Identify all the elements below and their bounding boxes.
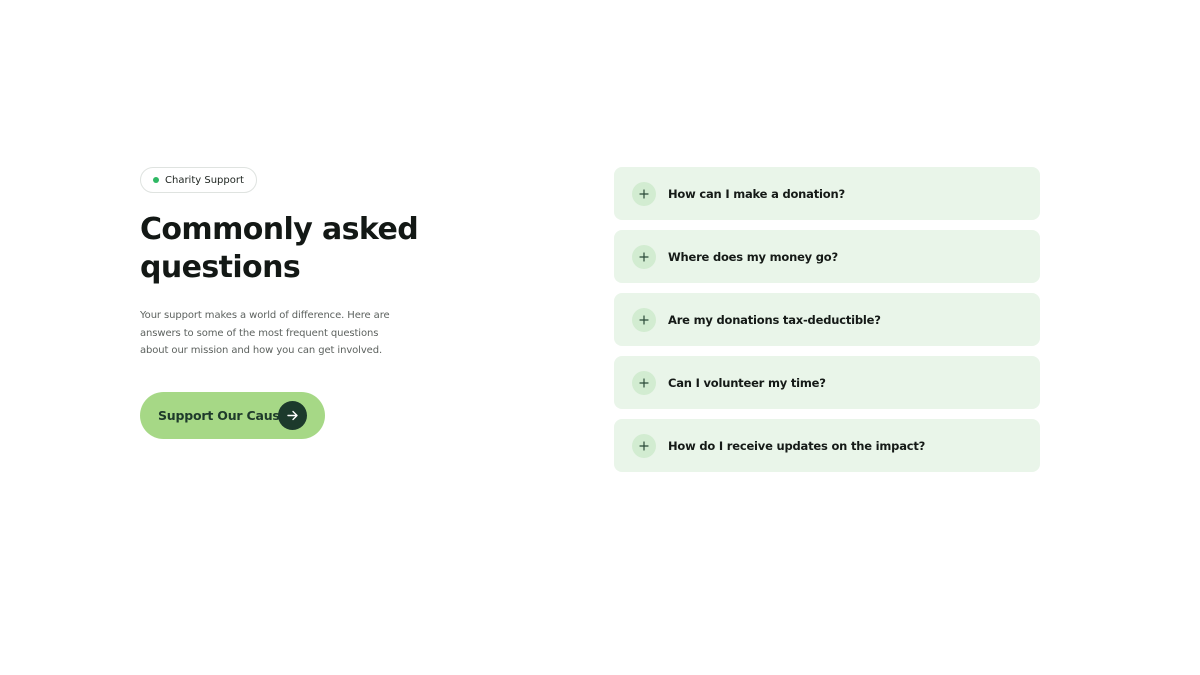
plus-icon[interactable] (632, 370, 656, 395)
faq-item-volunteer[interactable]: Can I volunteer my time? (614, 356, 1040, 409)
faq-question: Where does my money go? (668, 249, 838, 264)
category-badge-label: Charity Support (165, 174, 244, 186)
plus-icon[interactable] (632, 181, 656, 206)
faq-item-money[interactable]: Where does my money go? (614, 230, 1040, 283)
plus-icon[interactable] (632, 244, 656, 269)
status-dot-icon (153, 177, 159, 183)
faq-accordion: How can I make a donation? Where does my… (614, 167, 1040, 482)
arrow-right-icon (278, 400, 307, 430)
page-title: Commonly asked questions (140, 211, 430, 287)
page-title-line-2: questions (140, 250, 301, 285)
plus-icon[interactable] (632, 307, 656, 332)
support-our-cause-label: Support Our Cause (158, 407, 288, 423)
faq-question: How do I receive updates on the impact? (668, 438, 926, 453)
support-our-cause-button[interactable]: Support Our Cause (140, 391, 325, 439)
faq-item-donation[interactable]: How can I make a donation? (614, 167, 1040, 220)
intro-description: Your support makes a world of difference… (140, 310, 390, 356)
faq-question: Are my donations tax-deductible? (668, 312, 881, 327)
faq-question: How can I make a donation? (668, 186, 845, 201)
page-title-line-1: Commonly asked (140, 212, 419, 247)
faq-question: Can I volunteer my time? (668, 375, 826, 390)
faq-item-tax[interactable]: Are my donations tax-deductible? (614, 293, 1040, 346)
faq-intro: Charity Support Commonly asked questions… (140, 167, 440, 439)
category-badge: Charity Support (140, 167, 257, 193)
faq-item-updates[interactable]: How do I receive updates on the impact? (614, 419, 1040, 472)
plus-icon[interactable] (632, 433, 656, 458)
